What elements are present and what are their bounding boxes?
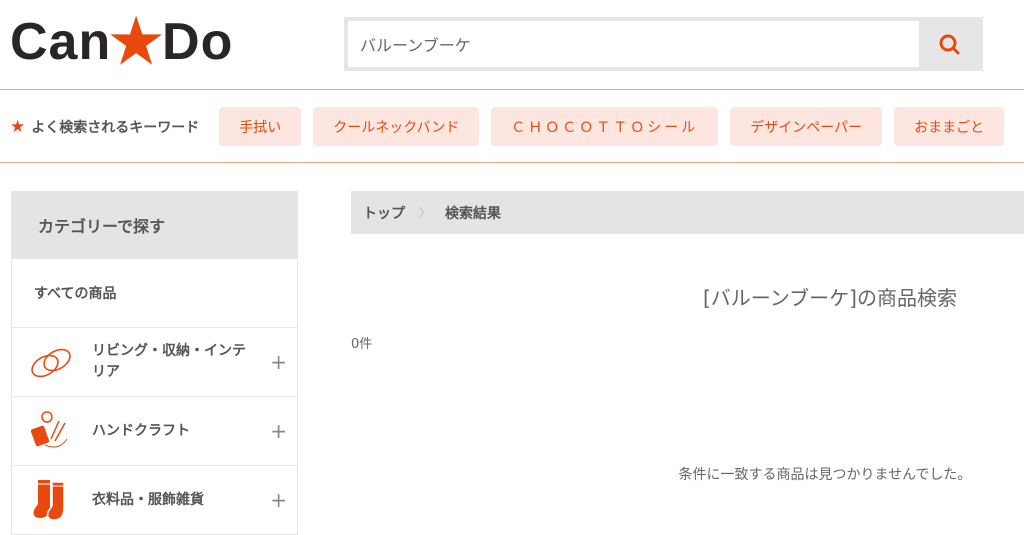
sidebar-item-handcraft[interactable]: ハンドクラフト + xyxy=(12,396,297,465)
sidebar-item-label: 衣料品・服飾雑貨 xyxy=(92,491,204,508)
search-button[interactable] xyxy=(919,21,979,67)
breadcrumb-separator: 〉 xyxy=(419,206,432,220)
sidebar-item-living[interactable]: リビング・収納・インテリア + xyxy=(12,327,297,396)
breadcrumb-top[interactable]: トップ xyxy=(363,203,405,223)
search-input[interactable] xyxy=(348,21,919,67)
empty-message: 条件に一致する商品は見つかりませんでした。 xyxy=(678,467,972,483)
sidebar-title: カテゴリーで探す xyxy=(12,191,297,259)
keyword-chip[interactable]: 手拭い xyxy=(219,107,302,146)
cando-logo[interactable]: Can ★ Do xyxy=(10,8,233,75)
search-bar xyxy=(344,17,983,71)
keywords-label: ★ よく検索されるキーワード xyxy=(10,117,199,137)
keyword-chip[interactable]: クールネックバンド xyxy=(313,107,480,146)
expand-icon[interactable]: + xyxy=(270,350,287,374)
popular-keywords: ★ よく検索されるキーワード 手拭い クールネックバンド ＣＨＯＣＯＴＴＯシール … xyxy=(10,107,1016,146)
breadcrumb-current: 検索結果 xyxy=(445,205,502,222)
keyword-chip[interactable]: ＣＨＯＣＯＴＴＯシール xyxy=(491,107,719,146)
keywords-label-text: よく検索されるキーワード xyxy=(31,119,200,136)
divider xyxy=(0,162,1024,163)
star-icon: ★ xyxy=(10,116,26,137)
search-icon xyxy=(939,34,960,55)
page-title: [バルーンブーケ]の商品検索 xyxy=(702,286,957,310)
breadcrumb: トップ 〉 検索結果 xyxy=(351,191,1024,234)
divider xyxy=(0,89,1024,90)
sidebar-item-all[interactable]: すべての商品 xyxy=(12,259,297,327)
slippers-icon xyxy=(12,344,92,380)
expand-icon[interactable]: + xyxy=(270,419,287,443)
sidebar-item-label: ハンドクラフト xyxy=(92,422,190,439)
socks-icon xyxy=(12,478,92,522)
keyword-chip[interactable]: デザインペーパー xyxy=(730,107,883,146)
category-sidebar: カテゴリーで探す すべての商品 リビング・収納・インテリア + ハンドクラフト … xyxy=(11,191,298,535)
sidebar-item-clothing[interactable]: 衣料品・服飾雑貨 + xyxy=(12,465,297,534)
sewing-icon xyxy=(12,411,92,451)
result-count: 0件 xyxy=(351,337,373,352)
keyword-chip[interactable]: おままごと xyxy=(894,107,1005,146)
sidebar-item-label: リビング・収納・インテリア xyxy=(92,343,246,380)
expand-icon[interactable]: + xyxy=(270,488,287,512)
